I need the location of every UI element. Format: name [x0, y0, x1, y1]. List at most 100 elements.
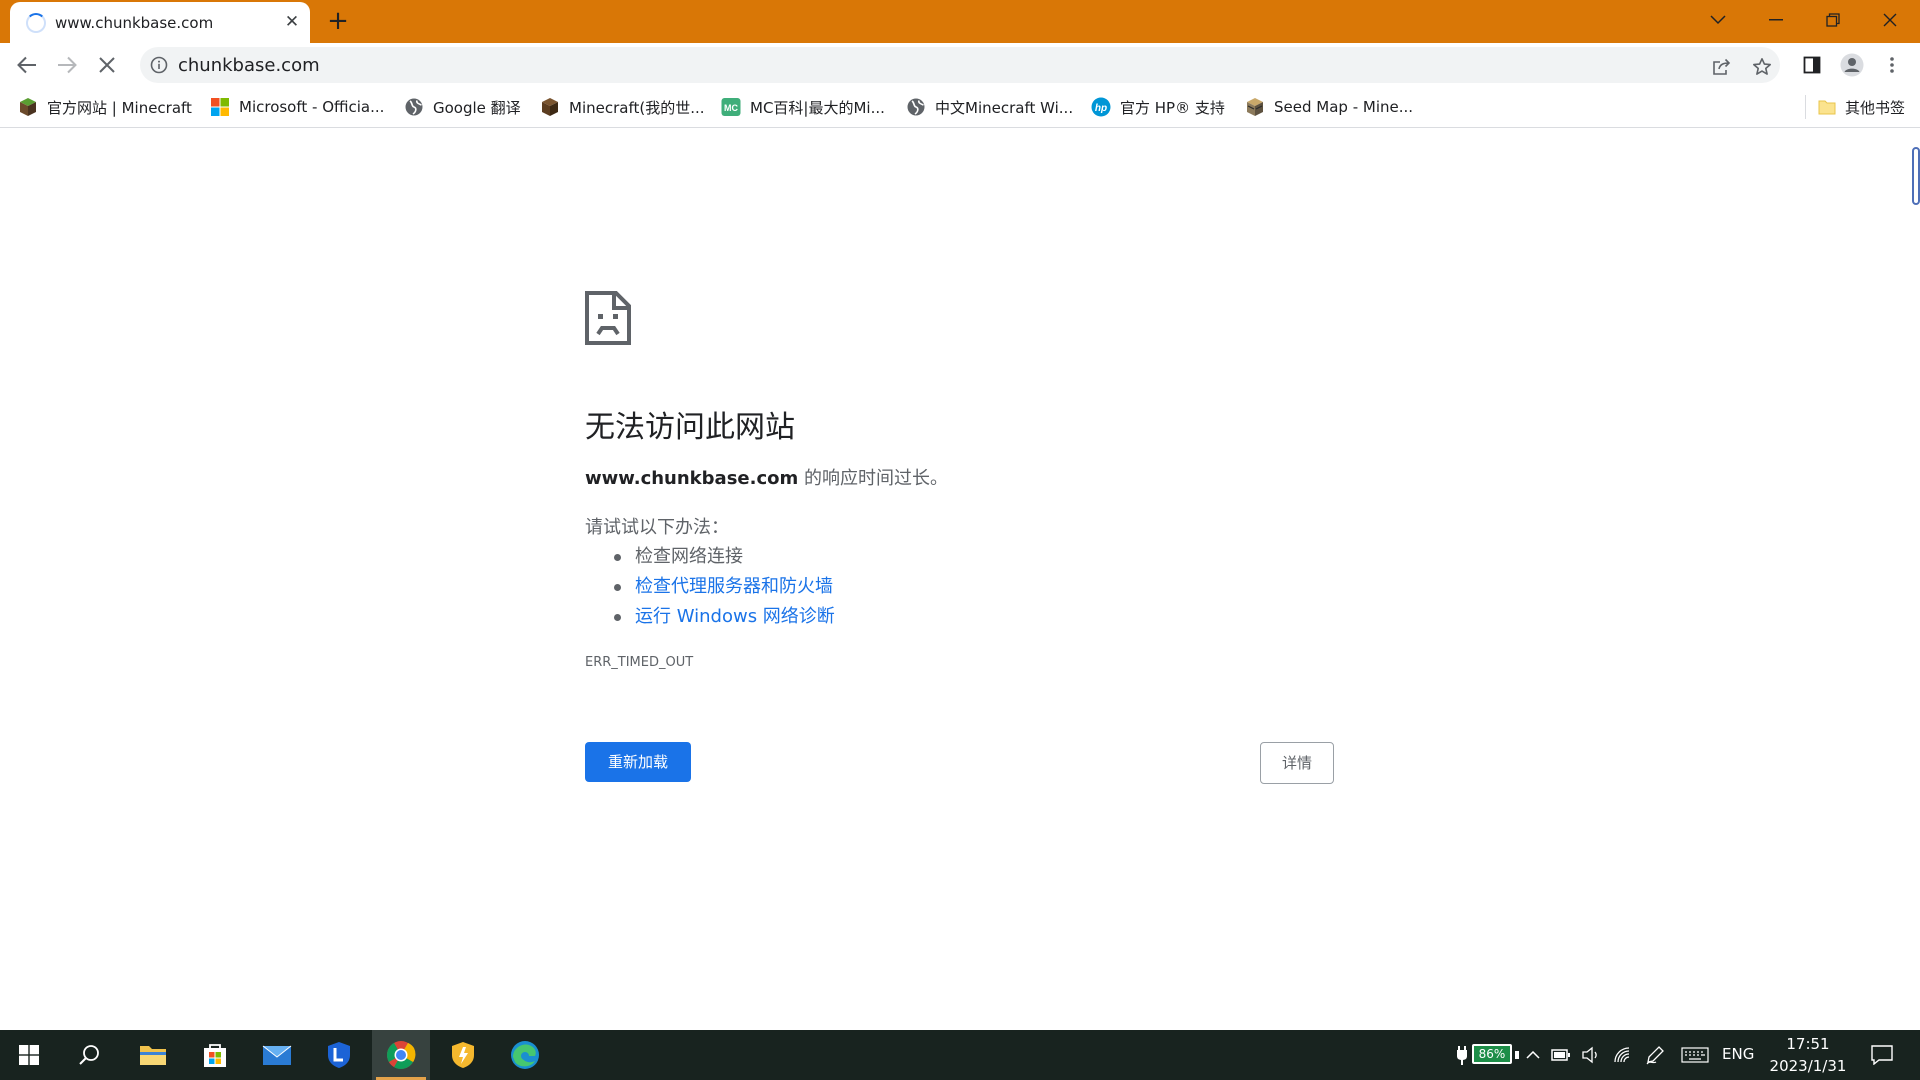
chrome-menu-button[interactable] — [1876, 50, 1908, 80]
new-tab-button[interactable]: + — [322, 6, 354, 38]
tab-title: www.chunkbase.com — [55, 14, 214, 32]
taskbar-microsoft-store[interactable] — [186, 1030, 244, 1080]
browser-toolbar: chunkbase.com — [0, 43, 1920, 85]
taskbar-security-app[interactable] — [434, 1030, 492, 1080]
arrow-right-icon — [58, 56, 77, 74]
bookmark-minecraft-official[interactable]: 官方网站 | Minecraft — [18, 95, 192, 119]
forward-button[interactable] — [52, 50, 82, 80]
error-message-suffix: 的响应时间过长。 — [798, 468, 948, 489]
active-tab[interactable]: www.chunkbase.com ✕ — [10, 2, 310, 43]
bookmarks-bar: 官方网站 | Minecraft Microsoft - Officia... … — [0, 85, 1920, 205]
stop-loading-button[interactable] — [92, 50, 122, 80]
side-panel-icon — [1803, 56, 1821, 74]
close-icon — [1883, 13, 1897, 27]
lenovo-shield-icon — [328, 1042, 350, 1068]
chevron-down-icon — [1710, 15, 1726, 25]
bookmark-label: 官方网站 | Minecraft — [47, 98, 192, 117]
close-window-button[interactable] — [1862, 0, 1918, 40]
action-center-button[interactable] — [1862, 1030, 1902, 1080]
restore-button[interactable] — [1805, 0, 1861, 40]
reload-button[interactable]: 重新加载 — [585, 742, 691, 782]
bookmarks-divider — [1805, 95, 1806, 119]
taskbar-edge[interactable] — [496, 1030, 554, 1080]
share-button[interactable] — [1708, 53, 1736, 81]
arrow-left-icon — [17, 56, 36, 74]
bookmark-label: 中文Minecraft Wi... — [935, 98, 1074, 117]
hp-logo-icon: hp — [1091, 97, 1111, 117]
wifi-icon[interactable] — [1610, 1030, 1636, 1080]
power-plug-icon[interactable] — [1454, 1030, 1470, 1080]
store-icon — [204, 1044, 226, 1067]
windows-logo-icon — [19, 1045, 39, 1065]
other-bookmarks-folder[interactable]: 其他书签 — [1818, 95, 1905, 119]
suggestion-check-proxy-firewall-link[interactable]: 检查代理服务器和防火墙 — [585, 572, 835, 602]
profile-button[interactable] — [1836, 50, 1868, 80]
show-hidden-icons-button[interactable] — [1522, 1030, 1544, 1080]
bookmark-label: Google 翻译 — [433, 98, 521, 117]
bookmark-microsoft-office[interactable]: Microsoft - Officia... — [210, 95, 384, 119]
tab-strip: www.chunkbase.com ✕ + — [0, 0, 1920, 43]
minimize-button[interactable] — [1748, 0, 1804, 40]
volume-icon[interactable] — [1578, 1030, 1604, 1080]
mail-icon — [262, 1045, 292, 1065]
sad-page-icon — [585, 291, 631, 345]
error-code: ERR_TIMED_OUT — [585, 655, 694, 670]
bookmark-label: Seed Map - Mine... — [1274, 98, 1414, 116]
battery-status-icon[interactable] — [1548, 1030, 1574, 1080]
mcmod-icon: MC — [721, 98, 741, 116]
bookmark-minecraft-cn[interactable]: Minecraft(我的世... — [540, 95, 705, 119]
bookmark-seed-map[interactable]: Seed Map - Mine... — [1245, 95, 1413, 119]
taskbar-chrome[interactable] — [372, 1030, 430, 1080]
avatar-icon — [1840, 53, 1864, 77]
battery-indicator[interactable]: 86% — [1472, 1044, 1512, 1064]
taskbar-mail[interactable] — [248, 1030, 306, 1080]
shield-icon — [452, 1042, 474, 1068]
error-title: 无法访问此网站 — [585, 410, 795, 445]
suggestion-check-connection: 检查网络连接 — [585, 542, 835, 572]
bookmark-mcmod[interactable]: MC MC百科|最大的Mi... — [721, 95, 885, 119]
microsoft-logo-icon — [211, 98, 229, 116]
bookmark-label: Microsoft - Officia... — [239, 98, 385, 116]
bookmark-label: Minecraft(我的世... — [569, 98, 705, 117]
bookmarks-scroll-indicator[interactable] — [1912, 147, 1920, 205]
bookmark-minecraft-wiki[interactable]: 中文Minecraft Wi... — [906, 95, 1073, 119]
bookmark-google-translate[interactable]: Google 翻译 — [404, 95, 521, 119]
start-button[interactable] — [0, 1030, 58, 1080]
touch-keyboard-icon[interactable] — [1678, 1030, 1712, 1080]
notification-icon — [1871, 1045, 1893, 1065]
svg-text:MC: MC — [724, 103, 738, 113]
svg-text:hp: hp — [1095, 103, 1107, 114]
address-bar[interactable]: chunkbase.com — [140, 47, 1780, 83]
url-text[interactable]: chunkbase.com — [178, 55, 320, 76]
suggestions-list: 检查网络连接 检查代理服务器和防火墙 运行 Windows 网络诊断 — [585, 542, 835, 632]
taskbar-file-explorer[interactable] — [124, 1030, 182, 1080]
back-button[interactable] — [12, 50, 42, 80]
suggestion-run-diagnostics-link[interactable]: 运行 Windows 网络诊断 — [585, 602, 835, 632]
taskbar: 86% ENG 17:51 2023/1/31 — [0, 1030, 1920, 1080]
bookmark-star-button[interactable] — [1748, 53, 1776, 81]
pen-workspace-icon[interactable] — [1642, 1030, 1668, 1080]
tab-close-button[interactable]: ✕ — [280, 10, 304, 34]
tab-search-button[interactable] — [1690, 0, 1746, 40]
minimize-icon — [1769, 19, 1783, 21]
taskbar-lenovo-vantage[interactable] — [310, 1030, 368, 1080]
info-icon[interactable] — [150, 56, 168, 74]
folder-icon — [140, 1046, 166, 1065]
chrome-icon — [387, 1041, 416, 1069]
bookmark-label: MC百科|最大的Mi... — [750, 98, 885, 117]
folder-icon — [1818, 100, 1836, 115]
loading-spinner-icon — [26, 13, 46, 33]
battery-tip — [1514, 1030, 1520, 1080]
clock-date[interactable]: 2023/1/31 — [1768, 1057, 1848, 1075]
bookmark-hp-support[interactable]: hp 官方 HP® 支持 — [1091, 95, 1225, 119]
details-button[interactable]: 详情 — [1260, 742, 1334, 784]
edge-icon — [511, 1041, 539, 1069]
restore-icon — [1826, 13, 1840, 27]
side-panel-button[interactable] — [1796, 50, 1828, 80]
more-vert-icon — [1890, 57, 1894, 73]
clock-time[interactable]: 17:51 — [1768, 1035, 1848, 1053]
star-icon — [1753, 58, 1771, 75]
taskbar-search-button[interactable] — [60, 1030, 118, 1080]
minecraft-grass-block-icon — [20, 98, 36, 116]
input-language-indicator[interactable]: ENG — [1722, 1045, 1754, 1063]
